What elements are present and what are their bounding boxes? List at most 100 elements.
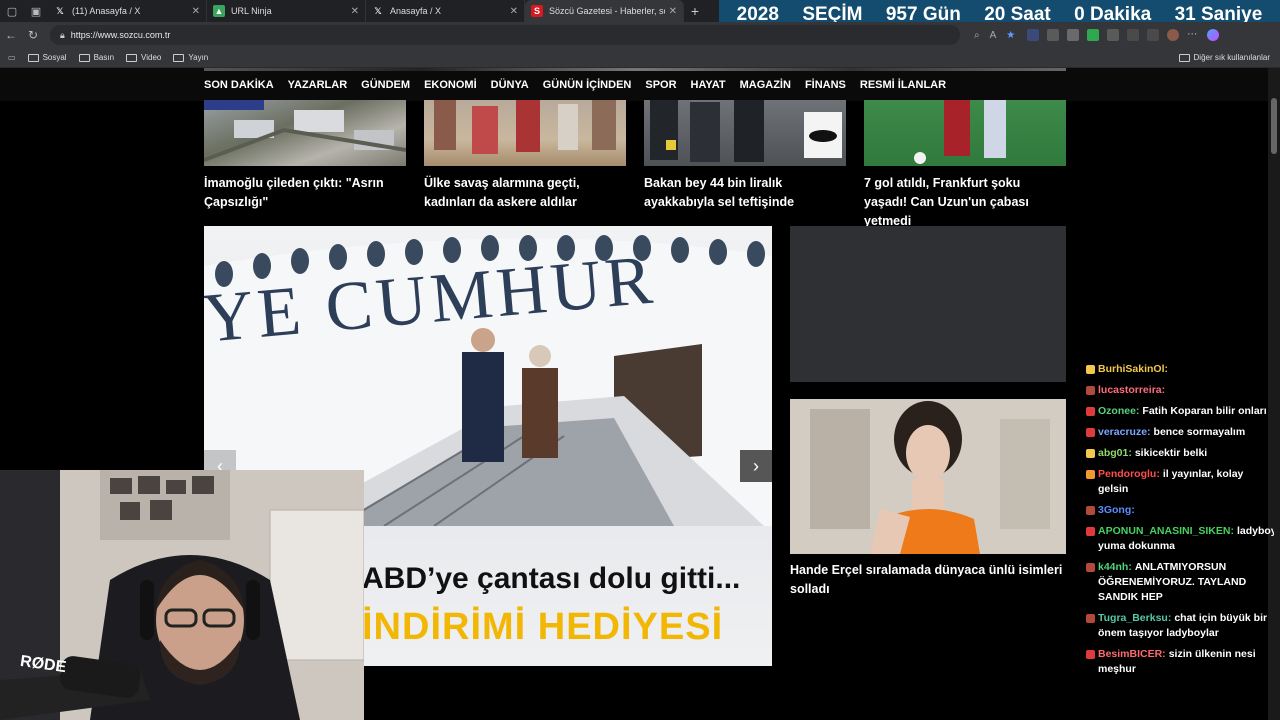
tab-1[interactable]: ▲ URL Ninja ✕	[207, 0, 366, 22]
chat-message-body: lucastorreira:	[1098, 383, 1274, 398]
x-icon: 𝕏	[374, 5, 382, 16]
chat-username[interactable]: 3Gong:	[1098, 504, 1135, 516]
news-image[interactable]	[864, 100, 1066, 166]
nav-spor[interactable]: SPOR	[645, 79, 676, 91]
badge-icon	[1086, 506, 1095, 515]
close-icon[interactable]: ✕	[192, 6, 200, 17]
workspaces-icon[interactable]: ▢	[0, 0, 24, 22]
news-caption[interactable]: İmamoğlu çileden çıktı: "Asrın Çapsızlığ…	[204, 174, 406, 212]
chat-message-body: Pendoroglu: il yayınlar, kolay gelsin	[1098, 467, 1274, 497]
favorite-star-icon[interactable]: ★	[1006, 30, 1015, 41]
bookmarks-bar: ▭ Sosyal Basın Video Yayın Diğer sık kul…	[0, 48, 1280, 68]
chat-username[interactable]: veracruze:	[1098, 426, 1151, 438]
soldiers-photo	[434, 100, 616, 154]
slider-next-button[interactable]: ›	[740, 450, 772, 482]
tab-2[interactable]: 𝕏 Anasayfa / X ✕	[366, 0, 525, 22]
chat-username[interactable]: abg01:	[1098, 447, 1132, 459]
extension-icon[interactable]	[1047, 29, 1060, 41]
tab-actions-icon[interactable]: ▣	[24, 0, 48, 22]
chat-message: BurhiSakinOl:	[1086, 362, 1274, 377]
chevron-right-icon: ›	[753, 455, 759, 476]
ad-placeholder	[790, 226, 1066, 382]
badge-icon	[1086, 365, 1095, 374]
chat-message-body: Ozonee: Fatih Koparan bilir onları	[1098, 404, 1274, 419]
hero-headline-1[interactable]: ABD’ye çantası dolu gitti...	[362, 562, 740, 596]
bookmark-folder-sosyal[interactable]: Sosyal	[27, 53, 67, 62]
favorites-icon[interactable]	[1127, 29, 1140, 41]
url-text: https://www.sozcu.com.tr	[70, 30, 171, 40]
nav-dunya[interactable]: DÜNYA	[491, 79, 529, 91]
chat-message: k44nh: ANLATMIYORSUN ÖĞRENEMİYORUZ. TAYLA…	[1086, 560, 1274, 605]
back-icon[interactable]: ←	[0, 28, 22, 42]
category-nav: SON DAKİKA YAZARLAR GÜNDEM EKONOMİ DÜNYA…	[0, 68, 1268, 101]
bookmark-folder-basin[interactable]: Basın	[78, 53, 114, 62]
news-caption[interactable]: 7 gol atıldı, Frankfurt şoku yaşadı! Can…	[864, 174, 1066, 231]
chat-username[interactable]: lucastorreira:	[1098, 384, 1165, 396]
url-input[interactable]: 🔒︎ https://www.sozcu.com.tr	[50, 25, 960, 45]
news-caption[interactable]: Ülke savaş alarmına geçti, kadınları da …	[424, 174, 626, 212]
copilot-icon[interactable]	[1207, 29, 1220, 41]
chat-username[interactable]: Ozonee:	[1098, 405, 1139, 417]
extension-icon[interactable]	[1087, 29, 1100, 41]
nav-son-dakika[interactable]: SON DAKİKA	[204, 79, 274, 91]
side-story-caption[interactable]: Hande Erçel sıralamada dünyaca ünlü isim…	[790, 561, 1066, 599]
news-card[interactable]: Bakan bey 44 bin liralık ayakkabıyla sel…	[644, 100, 846, 212]
nav-finans[interactable]: FİNANS	[805, 79, 846, 91]
nav-resmi-ilanlar[interactable]: RESMİ İLANLAR	[860, 79, 946, 91]
minister-photo	[650, 100, 842, 162]
extension-icon[interactable]	[1027, 29, 1040, 41]
scrollbar-thumb[interactable]	[1271, 98, 1277, 154]
chat-username[interactable]: Tugra_Berksu:	[1098, 612, 1171, 624]
chat-username[interactable]: Pendoroglu:	[1098, 468, 1160, 480]
close-icon[interactable]: ✕	[669, 6, 677, 17]
chat-username[interactable]: BesimBICER:	[1098, 648, 1166, 660]
bookmark-folder-yayin[interactable]: Yayın	[173, 53, 208, 62]
nav-hayat[interactable]: HAYAT	[691, 79, 726, 91]
tab-title: Sözcü Gazetesi - Haberler, son da	[549, 6, 665, 16]
badge-icon	[1086, 614, 1095, 623]
extension-icon[interactable]	[1107, 29, 1120, 41]
close-icon[interactable]: ✕	[510, 6, 518, 17]
chat-username[interactable]: BurhiSakinOl:	[1098, 363, 1168, 375]
news-image[interactable]	[203, 100, 407, 166]
close-icon[interactable]: ✕	[351, 6, 359, 17]
news-card[interactable]: Ülke savaş alarmına geçti, kadınları da …	[424, 100, 626, 212]
tab-0[interactable]: 𝕏 (11) Anasayfa / X ✕	[48, 0, 207, 22]
avatar[interactable]	[1167, 29, 1180, 41]
side-story-image[interactable]	[790, 399, 1066, 554]
chat-text: Fatih Koparan bilir onları	[1142, 405, 1267, 417]
chat-text: sikicektir belki	[1134, 447, 1208, 459]
other-favorites[interactable]: Diğer sık kullanılanlar	[1178, 53, 1270, 62]
bookmark-folder-video[interactable]: Video	[126, 53, 161, 62]
chat-message: APONUN_ANASINI_SIKEN: ladyboy yuma dokunm…	[1086, 524, 1274, 554]
bookmark-label: Video	[141, 53, 162, 62]
news-image[interactable]	[644, 100, 846, 166]
chat-username[interactable]: APONUN_ANASINI_SIKEN:	[1098, 525, 1234, 537]
nav-ekonomi[interactable]: EKONOMİ	[424, 79, 477, 91]
read-aloud-icon[interactable]: A	[990, 30, 997, 41]
header-image-strip	[204, 68, 1066, 71]
chat-message: abg01: sikicektir belki	[1086, 446, 1274, 461]
nav-gunun-icinden[interactable]: GÜNÜN İÇİNDEN	[543, 79, 632, 91]
nav-yazarlar[interactable]: YAZARLAR	[288, 79, 348, 91]
news-image[interactable]	[424, 100, 626, 166]
new-tab-button[interactable]: +	[684, 0, 706, 22]
hero-headline-2[interactable]: İNDİRİMİ HEDİYESİ	[362, 606, 723, 649]
news-card[interactable]: 7 gol atıldı, Frankfurt şoku yaşadı! Can…	[864, 100, 1066, 231]
news-caption[interactable]: Bakan bey 44 bin liralık ayakkabıyla sel…	[644, 174, 846, 212]
chat-message-body: 3Gong:	[1098, 503, 1274, 518]
chat-username[interactable]: k44nh:	[1098, 561, 1132, 573]
chat-message: Pendoroglu: il yayınlar, kolay gelsin	[1086, 467, 1274, 497]
news-card[interactable]: İmamoğlu çileden çıktı: "Asrın Çapsızlığ…	[203, 100, 407, 212]
more-icon[interactable]: ⋯	[1187, 29, 1199, 41]
reading-list-icon[interactable]: ▭	[8, 53, 16, 62]
tab-3[interactable]: S Sözcü Gazetesi - Haberler, son da ✕	[525, 0, 684, 22]
nav-gundem[interactable]: GÜNDEM	[361, 79, 410, 91]
refresh-icon[interactable]: ↻	[22, 28, 44, 42]
shield-icon[interactable]	[1147, 29, 1160, 41]
badge-icon	[1086, 527, 1095, 536]
extension-icon[interactable]	[1067, 29, 1080, 41]
folder-icon	[1178, 53, 1190, 62]
zoom-icon[interactable]: ⌕	[974, 30, 980, 41]
nav-magazin[interactable]: MAGAZİN	[740, 79, 791, 91]
